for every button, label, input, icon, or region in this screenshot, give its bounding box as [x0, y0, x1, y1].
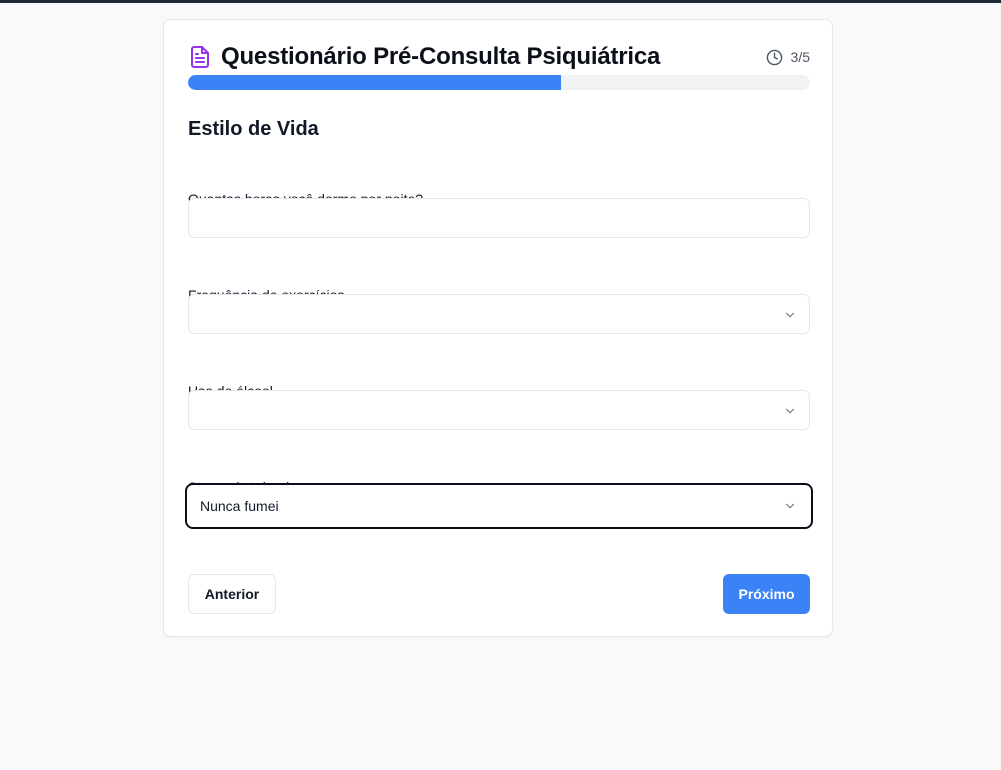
- section-title: Estilo de Vida: [188, 118, 319, 140]
- page-title: Questionário Pré-Consulta Psiquiátrica: [221, 43, 661, 70]
- smoking-status-select[interactable]: Nunca fumei: [185, 483, 813, 529]
- sleep-hours-input[interactable]: [188, 198, 810, 238]
- card-header: Questionário Pré-Consulta Psiquiátrica 3…: [188, 42, 810, 72]
- progress-bar: [188, 75, 810, 90]
- top-bar: [0, 0, 1001, 3]
- previous-button[interactable]: Anterior: [188, 574, 276, 614]
- questionnaire-card: Questionário Pré-Consulta Psiquiátrica 3…: [163, 19, 833, 637]
- alcohol-use-select[interactable]: [188, 390, 810, 430]
- exercise-frequency-select[interactable]: [188, 294, 810, 334]
- next-button[interactable]: Próximo: [723, 574, 810, 614]
- step-counter: 3/5: [790, 49, 810, 65]
- step-indicator: 3/5: [766, 47, 810, 67]
- progress-bar-fill: [188, 75, 562, 90]
- smoking-status-value: Nunca fumei: [200, 498, 279, 514]
- document-text-icon: [188, 45, 212, 69]
- clock-icon: [766, 49, 783, 66]
